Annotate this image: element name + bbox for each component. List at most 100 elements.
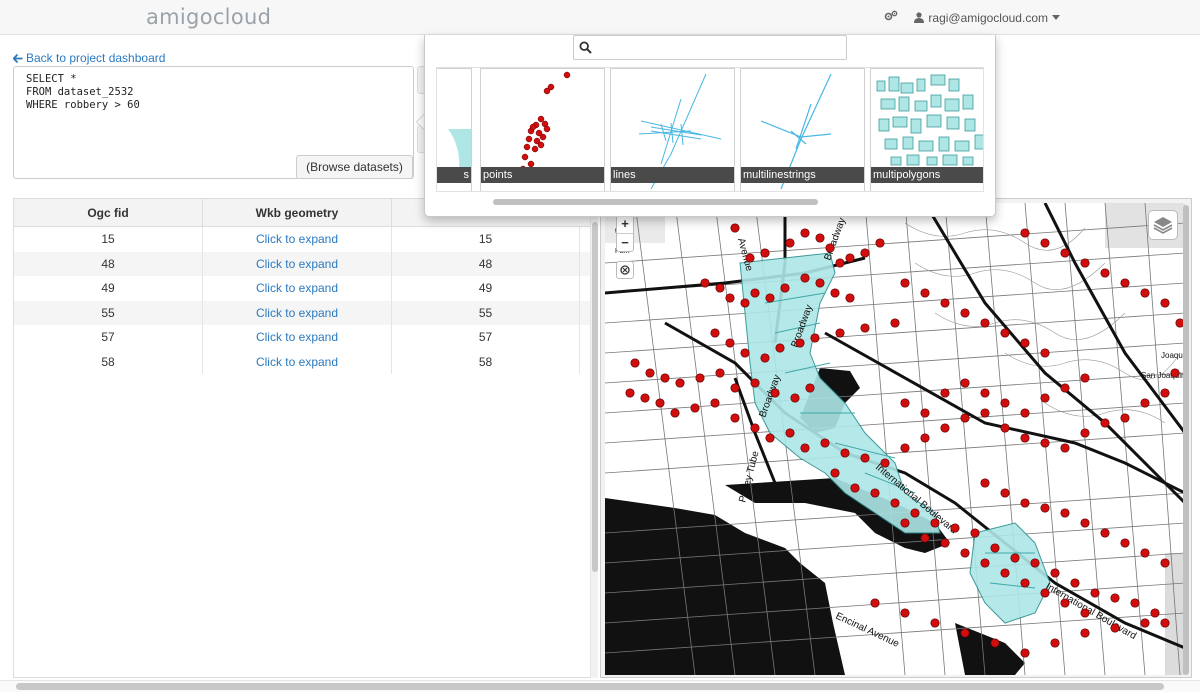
- map-point-marker[interactable]: [940, 388, 950, 398]
- map-point-marker[interactable]: [940, 538, 950, 548]
- map-point-marker[interactable]: [980, 478, 990, 488]
- map-point-marker[interactable]: [750, 423, 760, 433]
- map-point-marker[interactable]: [1100, 268, 1110, 278]
- thumbnail-scrollbar[interactable]: [436, 198, 984, 206]
- map-point-marker[interactable]: [800, 228, 810, 238]
- map-point-marker[interactable]: [830, 288, 840, 298]
- map-point-marker[interactable]: [880, 458, 890, 468]
- map-point-marker[interactable]: [630, 358, 640, 368]
- map-point-marker[interactable]: [830, 468, 840, 478]
- map-point-marker[interactable]: [1060, 248, 1070, 258]
- map-point-marker[interactable]: [1040, 393, 1050, 403]
- map-point-marker[interactable]: [860, 453, 870, 463]
- map-point-marker[interactable]: [625, 388, 635, 398]
- map-point-marker[interactable]: [1080, 518, 1090, 528]
- map-point-marker[interactable]: [1120, 278, 1130, 288]
- map-point-marker[interactable]: [1000, 328, 1010, 338]
- map-point-marker[interactable]: [820, 438, 830, 448]
- map-point-marker[interactable]: [750, 378, 760, 388]
- map-point-marker[interactable]: [980, 318, 990, 328]
- map-point-marker[interactable]: [715, 283, 725, 293]
- cell-wkb-geometry-link[interactable]: Click to expand: [203, 276, 392, 301]
- map-point-marker[interactable]: [1160, 558, 1170, 568]
- map-point-marker[interactable]: [1020, 228, 1030, 238]
- map-point-marker[interactable]: [900, 398, 910, 408]
- map-point-marker[interactable]: [725, 293, 735, 303]
- map-point-marker[interactable]: [1160, 618, 1170, 628]
- map-point-marker[interactable]: [695, 373, 705, 383]
- map-point-marker[interactable]: [960, 413, 970, 423]
- map-point-marker[interactable]: [715, 368, 725, 378]
- back-to-dashboard-link[interactable]: Back to project dashboard: [13, 51, 165, 65]
- dataset-thumbnail-multipolygons[interactable]: multipolygons: [870, 68, 983, 191]
- map-point-marker[interactable]: [760, 248, 770, 258]
- map-point-marker[interactable]: [1040, 588, 1050, 598]
- map-point-marker[interactable]: [835, 258, 845, 268]
- map-point-marker[interactable]: [1080, 258, 1090, 268]
- map-point-marker[interactable]: [1020, 578, 1030, 588]
- page-horizontal-scrollbar[interactable]: [0, 680, 1200, 692]
- map-point-marker[interactable]: [760, 353, 770, 363]
- map-point-marker[interactable]: [920, 533, 930, 543]
- map-scrollbar[interactable]: [1183, 205, 1189, 675]
- map-point-marker[interactable]: [730, 223, 740, 233]
- map-point-marker[interactable]: [645, 368, 655, 378]
- map-point-marker[interactable]: [670, 408, 680, 418]
- dataset-thumbnail-multilinestrings[interactable]: multilinestrings: [740, 68, 865, 191]
- map-point-marker[interactable]: [770, 388, 780, 398]
- map-point-marker[interactable]: [1000, 568, 1010, 578]
- map-point-marker[interactable]: [1080, 608, 1090, 618]
- map-point-marker[interactable]: [890, 318, 900, 328]
- map-point-marker[interactable]: [980, 408, 990, 418]
- map-point-marker[interactable]: [1020, 498, 1030, 508]
- map-point-marker[interactable]: [1020, 433, 1030, 443]
- map-point-marker[interactable]: [710, 328, 720, 338]
- map-point-marker[interactable]: [1040, 503, 1050, 513]
- map-point-marker[interactable]: [840, 448, 850, 458]
- map-point-marker[interactable]: [990, 543, 1000, 553]
- map-point-marker[interactable]: [845, 293, 855, 303]
- map-point-marker[interactable]: [940, 423, 950, 433]
- dataset-thumbnail-lines[interactable]: lines: [610, 68, 735, 191]
- map-point-marker[interactable]: [795, 338, 805, 348]
- zoom-out-button[interactable]: −: [617, 232, 633, 252]
- user-menu[interactable]: ragi@amigocloud.com: [914, 11, 1060, 25]
- map-point-marker[interactable]: [1060, 508, 1070, 518]
- map-point-marker[interactable]: [860, 323, 870, 333]
- dataset-thumbnail-points[interactable]: points: [480, 68, 605, 191]
- map-point-marker[interactable]: [1160, 298, 1170, 308]
- cell-wkb-geometry-link[interactable]: Click to expand: [203, 251, 392, 276]
- map-point-marker[interactable]: [1050, 638, 1060, 648]
- cell-wkb-geometry-link[interactable]: Click to expand: [203, 300, 392, 325]
- map-point-marker[interactable]: [870, 598, 880, 608]
- map-point-marker[interactable]: [765, 293, 775, 303]
- map-point-marker[interactable]: [940, 298, 950, 308]
- map-point-marker[interactable]: [655, 398, 665, 408]
- map-point-marker[interactable]: [860, 248, 870, 258]
- map-point-marker[interactable]: [1100, 528, 1110, 538]
- map-point-marker[interactable]: [730, 383, 740, 393]
- map-view[interactable]: Avenue Broadway Broadway Broadway Posey …: [600, 198, 1192, 678]
- map-point-marker[interactable]: [920, 408, 930, 418]
- dataset-search-input[interactable]: [573, 35, 847, 60]
- map-point-marker[interactable]: [700, 278, 710, 288]
- table-scrollbar[interactable]: [590, 198, 598, 678]
- map-point-marker[interactable]: [660, 373, 670, 383]
- map-point-marker[interactable]: [790, 393, 800, 403]
- map-point-marker[interactable]: [875, 238, 885, 248]
- map-point-marker[interactable]: [805, 383, 815, 393]
- map-point-marker[interactable]: [750, 288, 760, 298]
- map-point-marker[interactable]: [1100, 418, 1110, 428]
- map-point-marker[interactable]: [900, 443, 910, 453]
- map-point-marker[interactable]: [900, 278, 910, 288]
- map-point-marker[interactable]: [810, 333, 820, 343]
- cell-wkb-geometry-link[interactable]: Click to expand: [203, 325, 392, 350]
- column-header-ogc-fid[interactable]: Ogc fid: [14, 199, 203, 227]
- map-point-marker[interactable]: [1060, 443, 1070, 453]
- map-point-marker[interactable]: [1080, 628, 1090, 638]
- map-point-marker[interactable]: [815, 233, 825, 243]
- map-point-marker[interactable]: [845, 253, 855, 263]
- map-point-marker[interactable]: [990, 638, 1000, 648]
- thumbnail-scrollbar-thumb[interactable]: [493, 199, 818, 205]
- zoom-in-button[interactable]: +: [617, 215, 633, 233]
